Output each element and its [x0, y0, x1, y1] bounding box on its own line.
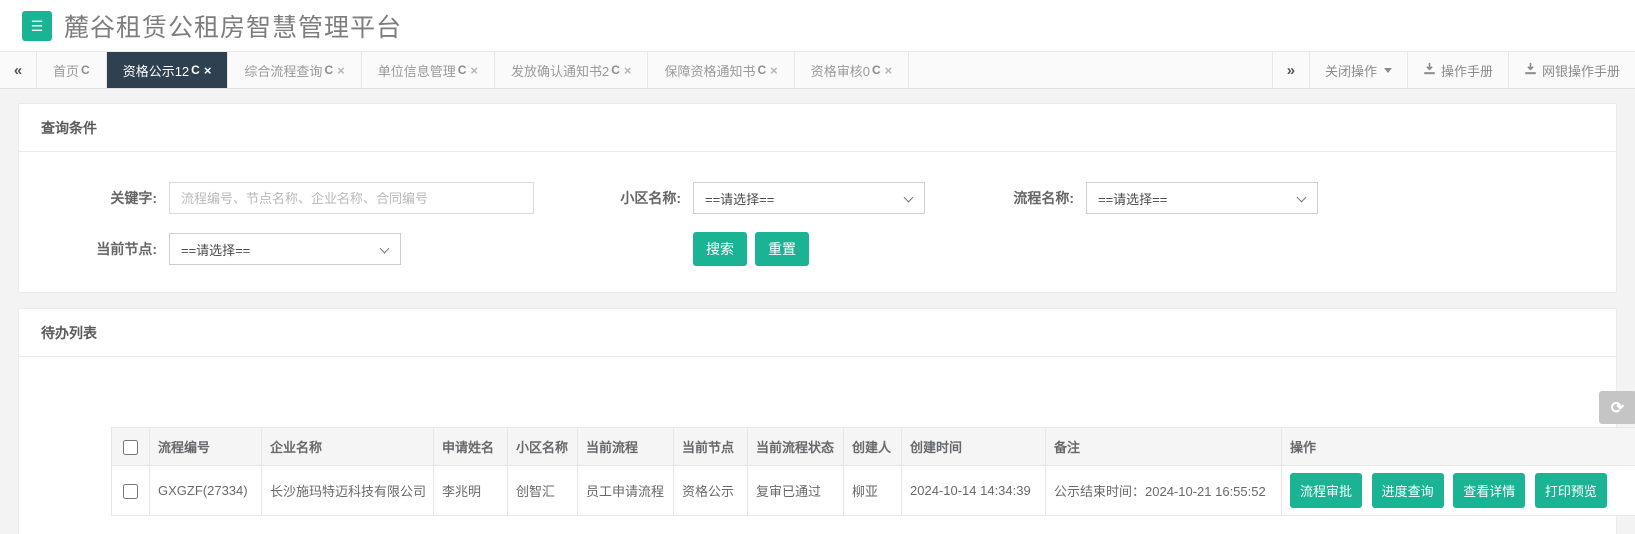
query-panel-header: 查询条件: [19, 104, 1616, 152]
cell-company: 长沙施玛特迈科技有限公司: [261, 465, 434, 516]
page-title: 麓谷租赁公租房智慧管理平台: [64, 13, 403, 42]
chevron-down-icon: [379, 243, 390, 254]
operation-manual-link[interactable]: 操作手册: [1406, 52, 1508, 88]
chevron-down-icon: [1296, 192, 1307, 203]
search-button[interactable]: 搜索: [693, 232, 747, 266]
app-window: ☰ 麓谷租赁公租房智慧管理平台 « 首页 C 资格公示12 C × 综合流程查询…: [0, 0, 1635, 534]
select-all-checkbox[interactable]: [123, 439, 138, 455]
cell-flow-code: GXGZF(27334): [149, 465, 262, 516]
col-header: 创建时间: [901, 427, 1046, 466]
tab-label: 发放确认通知书2: [510, 63, 610, 79]
caret-down-icon: [1383, 67, 1392, 73]
refresh-icon[interactable]: C: [458, 63, 467, 77]
double-chevron-right-icon: »: [1286, 61, 1296, 79]
table-refresh-button[interactable]: ⟳: [1599, 391, 1635, 424]
tab-issue-notice[interactable]: 发放确认通知书2 C ×: [495, 52, 649, 88]
query-panel: 查询条件 关键字: 小区名称: ==请选择== 流程名称: ==请选择==: [18, 103, 1617, 293]
tabs-scroll-right-button[interactable]: »: [1271, 52, 1309, 88]
refresh-icon[interactable]: C: [611, 63, 620, 77]
chevron-down-icon: [903, 192, 914, 203]
close-icon[interactable]: ×: [337, 63, 345, 78]
cell-current-flow: 员工申请流程: [577, 465, 674, 516]
tab-label: 资格公示12: [122, 63, 190, 79]
menu-toggle-button[interactable]: ☰: [22, 10, 52, 41]
refresh-icon[interactable]: C: [324, 63, 333, 77]
col-header: 企业名称: [261, 427, 434, 466]
view-details-button[interactable]: 查看详情: [1453, 473, 1526, 508]
cell-flow-status: 复审已通过: [747, 465, 844, 516]
tab-process-query[interactable]: 综合流程查询 C ×: [228, 52, 362, 88]
query-form: 关键字: 小区名称: ==请选择== 流程名称: ==请选择== 当前节点:: [19, 152, 1616, 292]
col-header: 操作: [1281, 427, 1635, 466]
cell-current-node: 资格公示: [673, 465, 748, 516]
download-icon: [1524, 62, 1537, 78]
ebank-manual-link[interactable]: 网银操作手册: [1507, 52, 1635, 88]
tab-qualification-audit[interactable]: 资格审核0 C ×: [795, 52, 910, 88]
todo-panel: 待办列表 ⟳ 流程编号 企业名称 申请姓名 小区名称 当前流程 当前节点 当前流…: [18, 308, 1635, 534]
todo-table: 流程编号 企业名称 申请姓名 小区名称 当前流程 当前节点 当前流程状态 创建人…: [111, 427, 1635, 516]
col-header: 流程编号: [149, 427, 262, 466]
table-row: GXGZF(27334) 长沙施玛特迈科技有限公司 李兆明 创智汇 员工申请流程…: [111, 465, 1635, 516]
refresh-icon: ⟳: [1610, 399, 1625, 417]
cell-remark: 公示结束时间：2024-10-21 16:55:52: [1045, 465, 1282, 516]
tab-bar: « 首页 C 资格公示12 C × 综合流程查询 C × 单位信息管理 C × …: [0, 52, 1635, 89]
cell-community: 创智汇: [507, 465, 578, 516]
app-header: ☰ 麓谷租赁公租房智慧管理平台: [0, 0, 1635, 52]
cell-actions: 流程审批 进度查询 查看详情 打印预览: [1281, 465, 1635, 516]
query-panel-title: 查询条件: [41, 120, 97, 136]
col-header: 当前节点: [673, 427, 748, 466]
tab-qualification-publicity[interactable]: 资格公示12 C ×: [106, 52, 229, 88]
close-icon[interactable]: ×: [885, 63, 893, 78]
tab-label: 综合流程查询: [244, 63, 323, 79]
close-icon[interactable]: ×: [470, 63, 478, 78]
tab-label: 资格审核0: [810, 63, 870, 79]
cell-creator: 柳亚: [843, 465, 902, 516]
current-node-label: 当前节点:: [96, 241, 157, 257]
cell-created-time: 2024-10-14 14:34:39: [901, 465, 1046, 516]
close-operations-dropdown[interactable]: 关闭操作: [1308, 52, 1407, 88]
keyword-input[interactable]: [169, 182, 534, 214]
col-header: 申请姓名: [433, 427, 508, 466]
download-icon: [1423, 62, 1436, 78]
todo-panel-header: 待办列表: [19, 309, 1616, 357]
current-node-select[interactable]: ==请选择==: [169, 233, 401, 265]
close-icon[interactable]: ×: [770, 63, 778, 78]
col-header: 小区名称: [507, 427, 578, 466]
hamburger-icon: ☰: [30, 17, 44, 34]
refresh-icon[interactable]: C: [758, 63, 767, 77]
refresh-icon[interactable]: C: [81, 63, 90, 77]
main-content: 查询条件 关键字: 小区名称: ==请选择== 流程名称: ==请选择==: [0, 89, 1635, 534]
col-header: 当前流程: [577, 427, 674, 466]
flow-approve-button[interactable]: 流程审批: [1290, 473, 1363, 508]
close-icon[interactable]: ×: [624, 63, 632, 78]
print-preview-button[interactable]: 打印预览: [1534, 473, 1607, 508]
community-select[interactable]: ==请选择==: [693, 182, 925, 214]
todo-panel-body: ⟳ 流程编号 企业名称 申请姓名 小区名称 当前流程 当前节点 当前流程状态 创…: [19, 357, 1635, 534]
refresh-icon[interactable]: C: [872, 63, 881, 77]
progress-query-button[interactable]: 进度查询: [1371, 473, 1444, 508]
keyword-label: 关键字:: [110, 190, 157, 206]
table-header-row: 流程编号 企业名称 申请姓名 小区名称 当前流程 当前节点 当前流程状态 创建人…: [111, 427, 1635, 466]
community-label: 小区名称:: [620, 190, 681, 206]
flow-name-label: 流程名称:: [1013, 190, 1074, 206]
tab-unit-info[interactable]: 单位信息管理 C ×: [362, 52, 495, 88]
tab-label: 首页: [53, 63, 80, 79]
col-header: 当前流程状态: [747, 427, 844, 466]
tabs-scroll-left-button[interactable]: «: [0, 52, 37, 88]
col-header: 备注: [1045, 427, 1282, 466]
tab-guarantee-notice[interactable]: 保障资格通知书 C ×: [648, 52, 795, 88]
reset-button[interactable]: 重置: [755, 232, 809, 266]
col-header: 创建人: [843, 427, 902, 466]
cell-applicant: 李兆明: [433, 465, 508, 516]
double-chevron-left-icon: «: [13, 61, 23, 79]
close-icon[interactable]: ×: [204, 63, 212, 78]
refresh-icon[interactable]: C: [191, 63, 200, 77]
tab-label: 保障资格通知书: [664, 63, 756, 79]
tab-label: 单位信息管理: [377, 63, 456, 79]
row-checkbox[interactable]: [123, 483, 138, 499]
flow-name-select[interactable]: ==请选择==: [1086, 182, 1318, 214]
todo-panel-title: 待办列表: [41, 325, 97, 341]
tab-home[interactable]: 首页 C: [37, 52, 107, 88]
